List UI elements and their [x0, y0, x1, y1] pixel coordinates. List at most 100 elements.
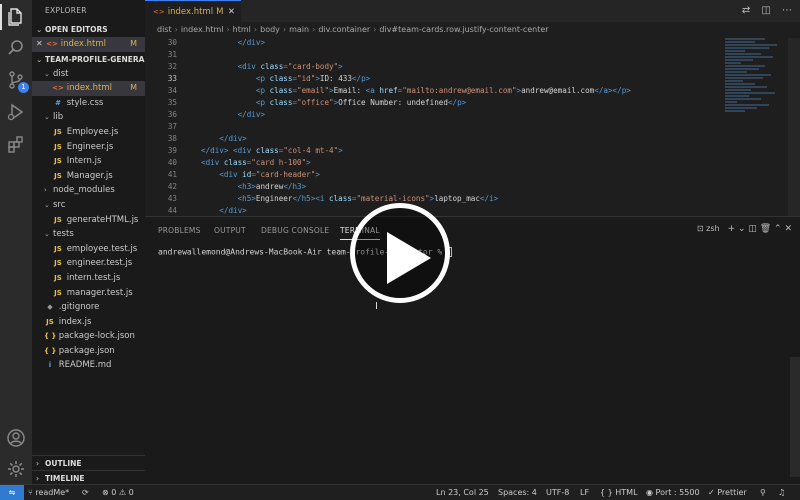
js-file-icon: JS [54, 142, 62, 151]
explorer-files-icon[interactable] [6, 7, 26, 27]
close-icon[interactable]: ✕ [36, 37, 46, 52]
code-line[interactable]: 43 <h5>Engineer</h5><i class="material-i… [145, 193, 725, 205]
file-item[interactable]: # style.css [32, 96, 145, 111]
folder-item[interactable]: ⌄ dist [32, 67, 145, 82]
code-line[interactable]: 30 </div> [145, 37, 725, 49]
code-token: <h3> [237, 182, 256, 191]
file-item[interactable]: JS index.js [32, 315, 145, 330]
extensions-icon[interactable] [6, 134, 26, 154]
code-line[interactable]: 32 <div class="card-body"> [145, 61, 725, 73]
video-play-button[interactable] [350, 203, 450, 303]
file-item[interactable]: { } package.json [32, 344, 145, 359]
minimap[interactable] [725, 38, 785, 216]
line-number: 32 [167, 62, 177, 71]
code-line[interactable]: 36 </div> [145, 109, 725, 121]
bell-icon[interactable]: ♫ [778, 485, 785, 500]
timeline-section[interactable]: › TIMELINE [32, 470, 145, 484]
editor-scrollbar[interactable] [788, 38, 800, 216]
open-editors-header[interactable]: ⌄ OPEN EDITORS [32, 22, 145, 37]
open-editor-item[interactable]: ✕ <> index.html M [32, 37, 145, 52]
run-debug-icon[interactable] [6, 102, 26, 122]
file-item[interactable]: <> index.html M [32, 81, 145, 96]
code-line[interactable]: 41 <div id="card-header"> [145, 169, 725, 181]
file-item[interactable]: ◆ .gitignore [32, 300, 145, 315]
editor-toolbar-icons[interactable]: ⇄ ◫ ⋯ [742, 5, 792, 17]
file-item[interactable]: JS generateHTML.js [32, 213, 145, 228]
breadcrumb[interactable]: dist › index.html › html › body › main › div.conta… [145, 22, 800, 38]
language-mode[interactable]: { } HTML [600, 485, 638, 500]
file-item[interactable]: JS engineer.test.js [32, 256, 145, 271]
file-item[interactable]: JS manager.test.js [32, 286, 145, 301]
breadcrumb-segment[interactable]: index.html [181, 25, 224, 34]
tab-problems[interactable]: PROBLEMS [158, 226, 201, 235]
minimap-line [725, 110, 745, 112]
problems-indicator[interactable]: ⊗ 0 ⚠ 0 [102, 485, 134, 500]
code-line[interactable]: 42 <h3>andrew</h3> [145, 181, 725, 193]
indentation[interactable]: Spaces: 4 [498, 485, 537, 500]
file-item[interactable]: JS employee.test.js [32, 242, 145, 257]
tab-debug-console[interactable]: DEBUG CONSOLE [261, 226, 329, 235]
code-token: > [338, 146, 343, 155]
sync-icon[interactable]: ⟳ [82, 485, 89, 500]
code-line[interactable]: 39 </div> <div class="col-4 mt-4"> [145, 145, 725, 157]
code-line[interactable]: 38 </div> [145, 133, 725, 145]
account-icon[interactable] [6, 428, 26, 448]
file-item[interactable]: JS Engineer.js [32, 140, 145, 155]
cursor-position[interactable]: Ln 23, Col 25 [436, 485, 489, 500]
folder-item[interactable]: ⌄ src [32, 198, 145, 213]
code-line[interactable]: 33 <p class="id">ID: 433</p> [145, 73, 725, 85]
code-editor[interactable]: 30 </div> 31 32 <div class="card-body"> 33 … [145, 37, 725, 215]
folder-item[interactable]: ⌄ lib [32, 110, 145, 125]
branch-indicator[interactable]: ⑂ readMe* [28, 485, 69, 500]
code-token: > [306, 158, 311, 167]
terminal-scrollbar[interactable] [790, 357, 800, 477]
file-item[interactable]: { } package-lock.json [32, 329, 145, 344]
folder-item[interactable]: ⌄ tests [32, 227, 145, 242]
code-token: andrew [255, 182, 284, 191]
prettier-status[interactable]: ✓ Prettier [708, 485, 747, 500]
file-item[interactable]: i README.md [32, 358, 145, 373]
code-line[interactable]: 44 </div> [145, 205, 725, 215]
tab-output[interactable]: OUTPUT [214, 226, 246, 235]
code-token: </i> [479, 194, 499, 203]
encoding[interactable]: UTF-8 [546, 485, 569, 500]
breadcrumb-segment[interactable]: main [289, 25, 309, 34]
chevron-down-icon: ⌄ [44, 230, 50, 239]
file-item[interactable]: JS Intern.js [32, 154, 145, 169]
code-line[interactable]: 35 <p class="office">Office Number: unde… [145, 97, 725, 109]
panel-toolbar[interactable]: ⊡ zsh + ⌄ ◫ 🗑 ⌃ ✕ [697, 224, 792, 234]
panel-tool-icons[interactable]: + ⌄ ◫ 🗑 ⌃ ✕ [728, 224, 792, 234]
code-token: class [269, 74, 293, 83]
live-server-port[interactable]: ◉ Port : 5500 [646, 485, 700, 500]
breadcrumb-segment[interactable]: div.container [318, 25, 370, 34]
breadcrumb-segment[interactable]: dist [157, 25, 172, 34]
tab-index-html[interactable]: <> index.html M ✕ [145, 0, 241, 22]
code-token: class [260, 62, 284, 71]
chevron-right-icon: › [174, 25, 178, 34]
breadcrumb-segment[interactable]: html [233, 25, 251, 34]
search-icon[interactable] [6, 38, 26, 58]
file-item[interactable]: JS intern.test.js [32, 271, 145, 286]
code-token: "col-4 mt-4" [283, 146, 339, 155]
open-editor-label: index.html [60, 39, 107, 49]
project-header[interactable]: ⌄ TEAM-PROFILE-GENERA... [32, 52, 145, 67]
breadcrumb-segment[interactable]: body [260, 25, 280, 34]
code-line[interactable]: 31 [145, 49, 725, 61]
code-line[interactable]: 37 [145, 121, 725, 133]
source-control-icon[interactable]: 1 [6, 70, 29, 93]
code-line[interactable]: 34 <p class="email">Email: <a href="mail… [145, 85, 725, 97]
file-item[interactable]: JS Manager.js [32, 169, 145, 184]
folder-item[interactable]: › node_modules [32, 183, 145, 198]
settings-gear-icon[interactable] [6, 459, 26, 479]
chevron-right-icon: › [253, 25, 258, 34]
git-file-icon: ◆ [47, 303, 53, 312]
breadcrumb-segment[interactable]: div#team-cards.row.justify-content-cente… [379, 25, 548, 34]
line-ending[interactable]: LF [580, 485, 589, 500]
tree-item-label: manager.test.js [66, 287, 133, 298]
file-item[interactable]: JS Employee.js [32, 125, 145, 140]
notifications-icon[interactable]: ⚲ [760, 485, 766, 500]
code-line[interactable]: 40 <div class="card h-100"> [145, 157, 725, 169]
remote-indicator-icon[interactable]: ⇋ [0, 485, 24, 500]
outline-section[interactable]: › OUTLINE [32, 455, 145, 471]
tab-close-icon[interactable]: ✕ [228, 1, 235, 23]
